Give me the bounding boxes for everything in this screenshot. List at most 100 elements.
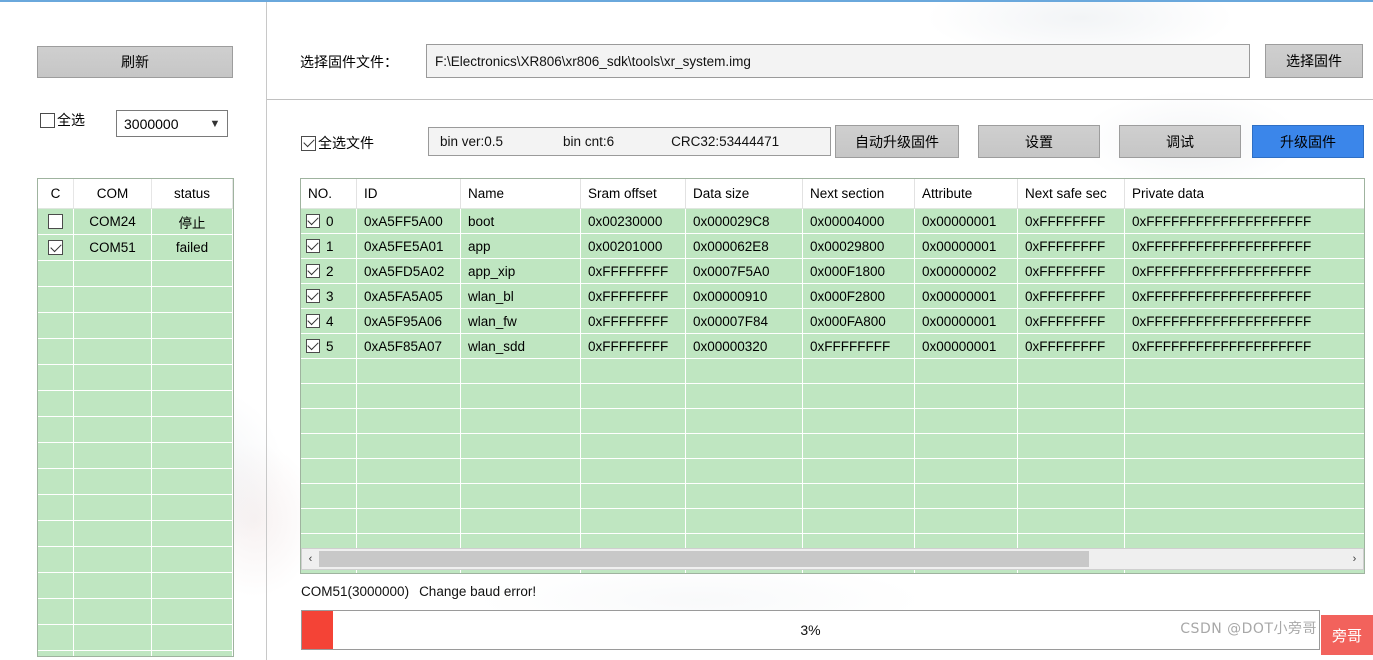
settings-button[interactable]: 设置 [978, 125, 1100, 158]
firmware-table-empty-row [301, 509, 1364, 534]
upgrade-firmware-button[interactable]: 升级固件 [1252, 125, 1364, 158]
firmware-row-checkbox[interactable] [306, 239, 320, 253]
firmware-cell-id: 0xA5F95A06 [357, 309, 461, 333]
baud-rate-select[interactable]: 3000000 ▼ [116, 110, 228, 137]
select-all-files-checkbox[interactable] [301, 135, 316, 151]
com-table-row[interactable]: COM51 failed [38, 235, 233, 261]
com-table-empty-row [38, 365, 233, 391]
firmware-cell-sram-offset: 0x00201000 [581, 234, 686, 258]
auto-upgrade-firmware-button[interactable]: 自动升级固件 [835, 125, 959, 158]
status-detail: Change baud error! [419, 584, 537, 599]
table-row[interactable]: 2 0xA5FD5A02 app_xip 0xFFFFFFFF 0x0007F5A0 0x… [301, 259, 1364, 284]
com-table-row[interactable]: COM24 停止 [38, 209, 233, 235]
firmware-cell-name: wlan_bl [461, 284, 581, 308]
select-all-ports-row[interactable]: 全选 [40, 110, 85, 130]
firmware-cell-next-section: 0x000FA800 [803, 309, 915, 333]
scrollbar-track[interactable] [319, 549, 1346, 569]
firmware-row-select-cell[interactable]: 3 [301, 284, 357, 308]
com-table-empty-row [38, 651, 233, 656]
firmware-cell-next-section: 0x000F2800 [803, 284, 915, 308]
firmware-cell-next-section: 0xFFFFFFFF [803, 334, 915, 358]
com-table-empty-row [38, 599, 233, 625]
firmware-row-checkbox[interactable] [306, 289, 320, 303]
firmware-row-number: 1 [326, 238, 334, 254]
left-panel: 刷新 全选 3000000 ▼ C COM status COM24 停止 COM5… [0, 2, 266, 660]
table-row[interactable]: 4 0xA5F95A06 wlan_fw 0xFFFFFFFF 0x00007F84 0x… [301, 309, 1364, 334]
firmware-cell-sram-offset: 0xFFFFFFFF [581, 259, 686, 283]
firmware-row-select-cell[interactable]: 2 [301, 259, 357, 283]
firmware-row-select-cell[interactable]: 0 [301, 209, 357, 233]
com-row-check-cell[interactable] [38, 235, 74, 260]
com-row-checkbox[interactable] [48, 214, 63, 229]
horizontal-scrollbar[interactable]: ‹ › [301, 548, 1364, 570]
firmware-cell-name: app [461, 234, 581, 258]
firmware-cell-id: 0xA5FD5A02 [357, 259, 461, 283]
firmware-cell-name: wlan_sdd [461, 334, 581, 358]
firmware-cell-next-safe-sec: 0xFFFFFFFF [1018, 234, 1125, 258]
chevron-down-icon: ▼ [209, 117, 221, 130]
com-row-port: COM51 [74, 235, 152, 260]
firmware-cell-private-data: 0xFFFFFFFFFFFFFFFFFFFF [1132, 238, 1312, 254]
choose-firmware-button[interactable]: 选择固件 [1265, 44, 1363, 78]
table-row[interactable]: 5 0xA5F85A07 wlan_sdd 0xFFFFFFFF 0x00000320 0… [301, 334, 1364, 359]
firmware-cell-private-data: 0xFFFFFFFFFFFFFFFFFFFF [1132, 288, 1312, 304]
firmware-header-no: NO. [301, 179, 357, 208]
firmware-header-id: ID [357, 179, 461, 208]
firmware-path-input[interactable]: F:\Electronics\XR806\xr806_sdk\tools\xr_… [426, 44, 1250, 78]
table-row[interactable]: 3 0xA5FA5A05 wlan_bl 0xFFFFFFFF 0x00000910 0x… [301, 284, 1364, 309]
table-row[interactable]: 1 0xA5FE5A01 app 0x00201000 0x000062E8 0x0002… [301, 234, 1364, 259]
crc32-text: CRC32:53444471 [671, 134, 780, 149]
select-all-ports-checkbox[interactable] [40, 112, 55, 128]
firmware-row-checkbox[interactable] [306, 339, 320, 353]
com-table-empty-row [38, 287, 233, 313]
baud-rate-value: 3000000 [124, 115, 179, 132]
firmware-table-empty-row [301, 434, 1364, 459]
firmware-row-number: 0 [326, 213, 334, 229]
com-table-body: COM24 停止 COM51 failed [38, 209, 233, 656]
com-port-table[interactable]: C COM status COM24 停止 COM51 failed [37, 178, 234, 657]
firmware-table-empty-row [301, 359, 1364, 384]
firmware-cell-attribute: 0x00000001 [915, 209, 1018, 233]
progress-bar: 3% [301, 610, 1320, 650]
firmware-row-select-cell[interactable]: 1 [301, 234, 357, 258]
com-row-check-cell[interactable] [38, 209, 74, 234]
firmware-cell-attribute: 0x00000001 [915, 334, 1018, 358]
firmware-section-table[interactable]: NO. ID Name Sram offset Data size Next sectio… [300, 178, 1365, 574]
firmware-cell-next-section: 0x00004000 [803, 209, 915, 233]
firmware-cell-attribute: 0x00000001 [915, 309, 1018, 333]
scroll-right-arrow-icon[interactable]: › [1346, 549, 1363, 569]
window-top-edge [0, 0, 1373, 2]
scrollbar-thumb[interactable] [319, 551, 1090, 567]
firmware-table-empty-row [301, 384, 1364, 409]
firmware-cell-next-safe-sec: 0xFFFFFFFF [1018, 309, 1125, 333]
firmware-row-checkbox[interactable] [306, 314, 320, 328]
firmware-row-select-cell[interactable]: 5 [301, 334, 357, 358]
firmware-header-next-safe-sec: Next safe sec [1018, 179, 1125, 208]
firmware-cell-id: 0xA5F85A07 [357, 334, 461, 358]
firmware-row-checkbox[interactable] [306, 264, 320, 278]
firmware-cell-sram-offset: 0xFFFFFFFF [581, 309, 686, 333]
firmware-cell-sram-offset: 0xFFFFFFFF [581, 334, 686, 358]
firmware-cell-id: 0xA5FE5A01 [357, 234, 461, 258]
com-row-checkbox[interactable] [48, 240, 63, 255]
firmware-row-select-cell[interactable]: 4 [301, 309, 357, 333]
scroll-left-arrow-icon[interactable]: ‹ [302, 549, 319, 569]
com-table-header: C COM status [38, 179, 233, 209]
firmware-cell-next-safe-sec: 0xFFFFFFFF [1018, 284, 1125, 308]
firmware-row-number: 3 [326, 288, 334, 304]
debug-button[interactable]: 调试 [1119, 125, 1241, 158]
firmware-cell-next-section: 0x000F1800 [803, 259, 915, 283]
toolbar-horizontal-divider [267, 99, 1373, 100]
firmware-row-checkbox[interactable] [306, 214, 320, 228]
firmware-header-data-size: Data size [686, 179, 803, 208]
com-table-empty-row [38, 339, 233, 365]
status-message: COM51(3000000) Change baud error! [301, 584, 536, 599]
firmware-cell-name: boot [461, 209, 581, 233]
firmware-cell-name: app_xip [461, 259, 581, 283]
refresh-button[interactable]: 刷新 [37, 46, 233, 78]
firmware-cell-sram-offset: 0x00230000 [581, 209, 686, 233]
com-row-status: failed [152, 235, 233, 260]
com-table-empty-row [38, 469, 233, 495]
table-row[interactable]: 0 0xA5FF5A00 boot 0x00230000 0x000029C8 0x000… [301, 209, 1364, 234]
select-all-files-row[interactable]: 全选文件 [301, 133, 374, 153]
